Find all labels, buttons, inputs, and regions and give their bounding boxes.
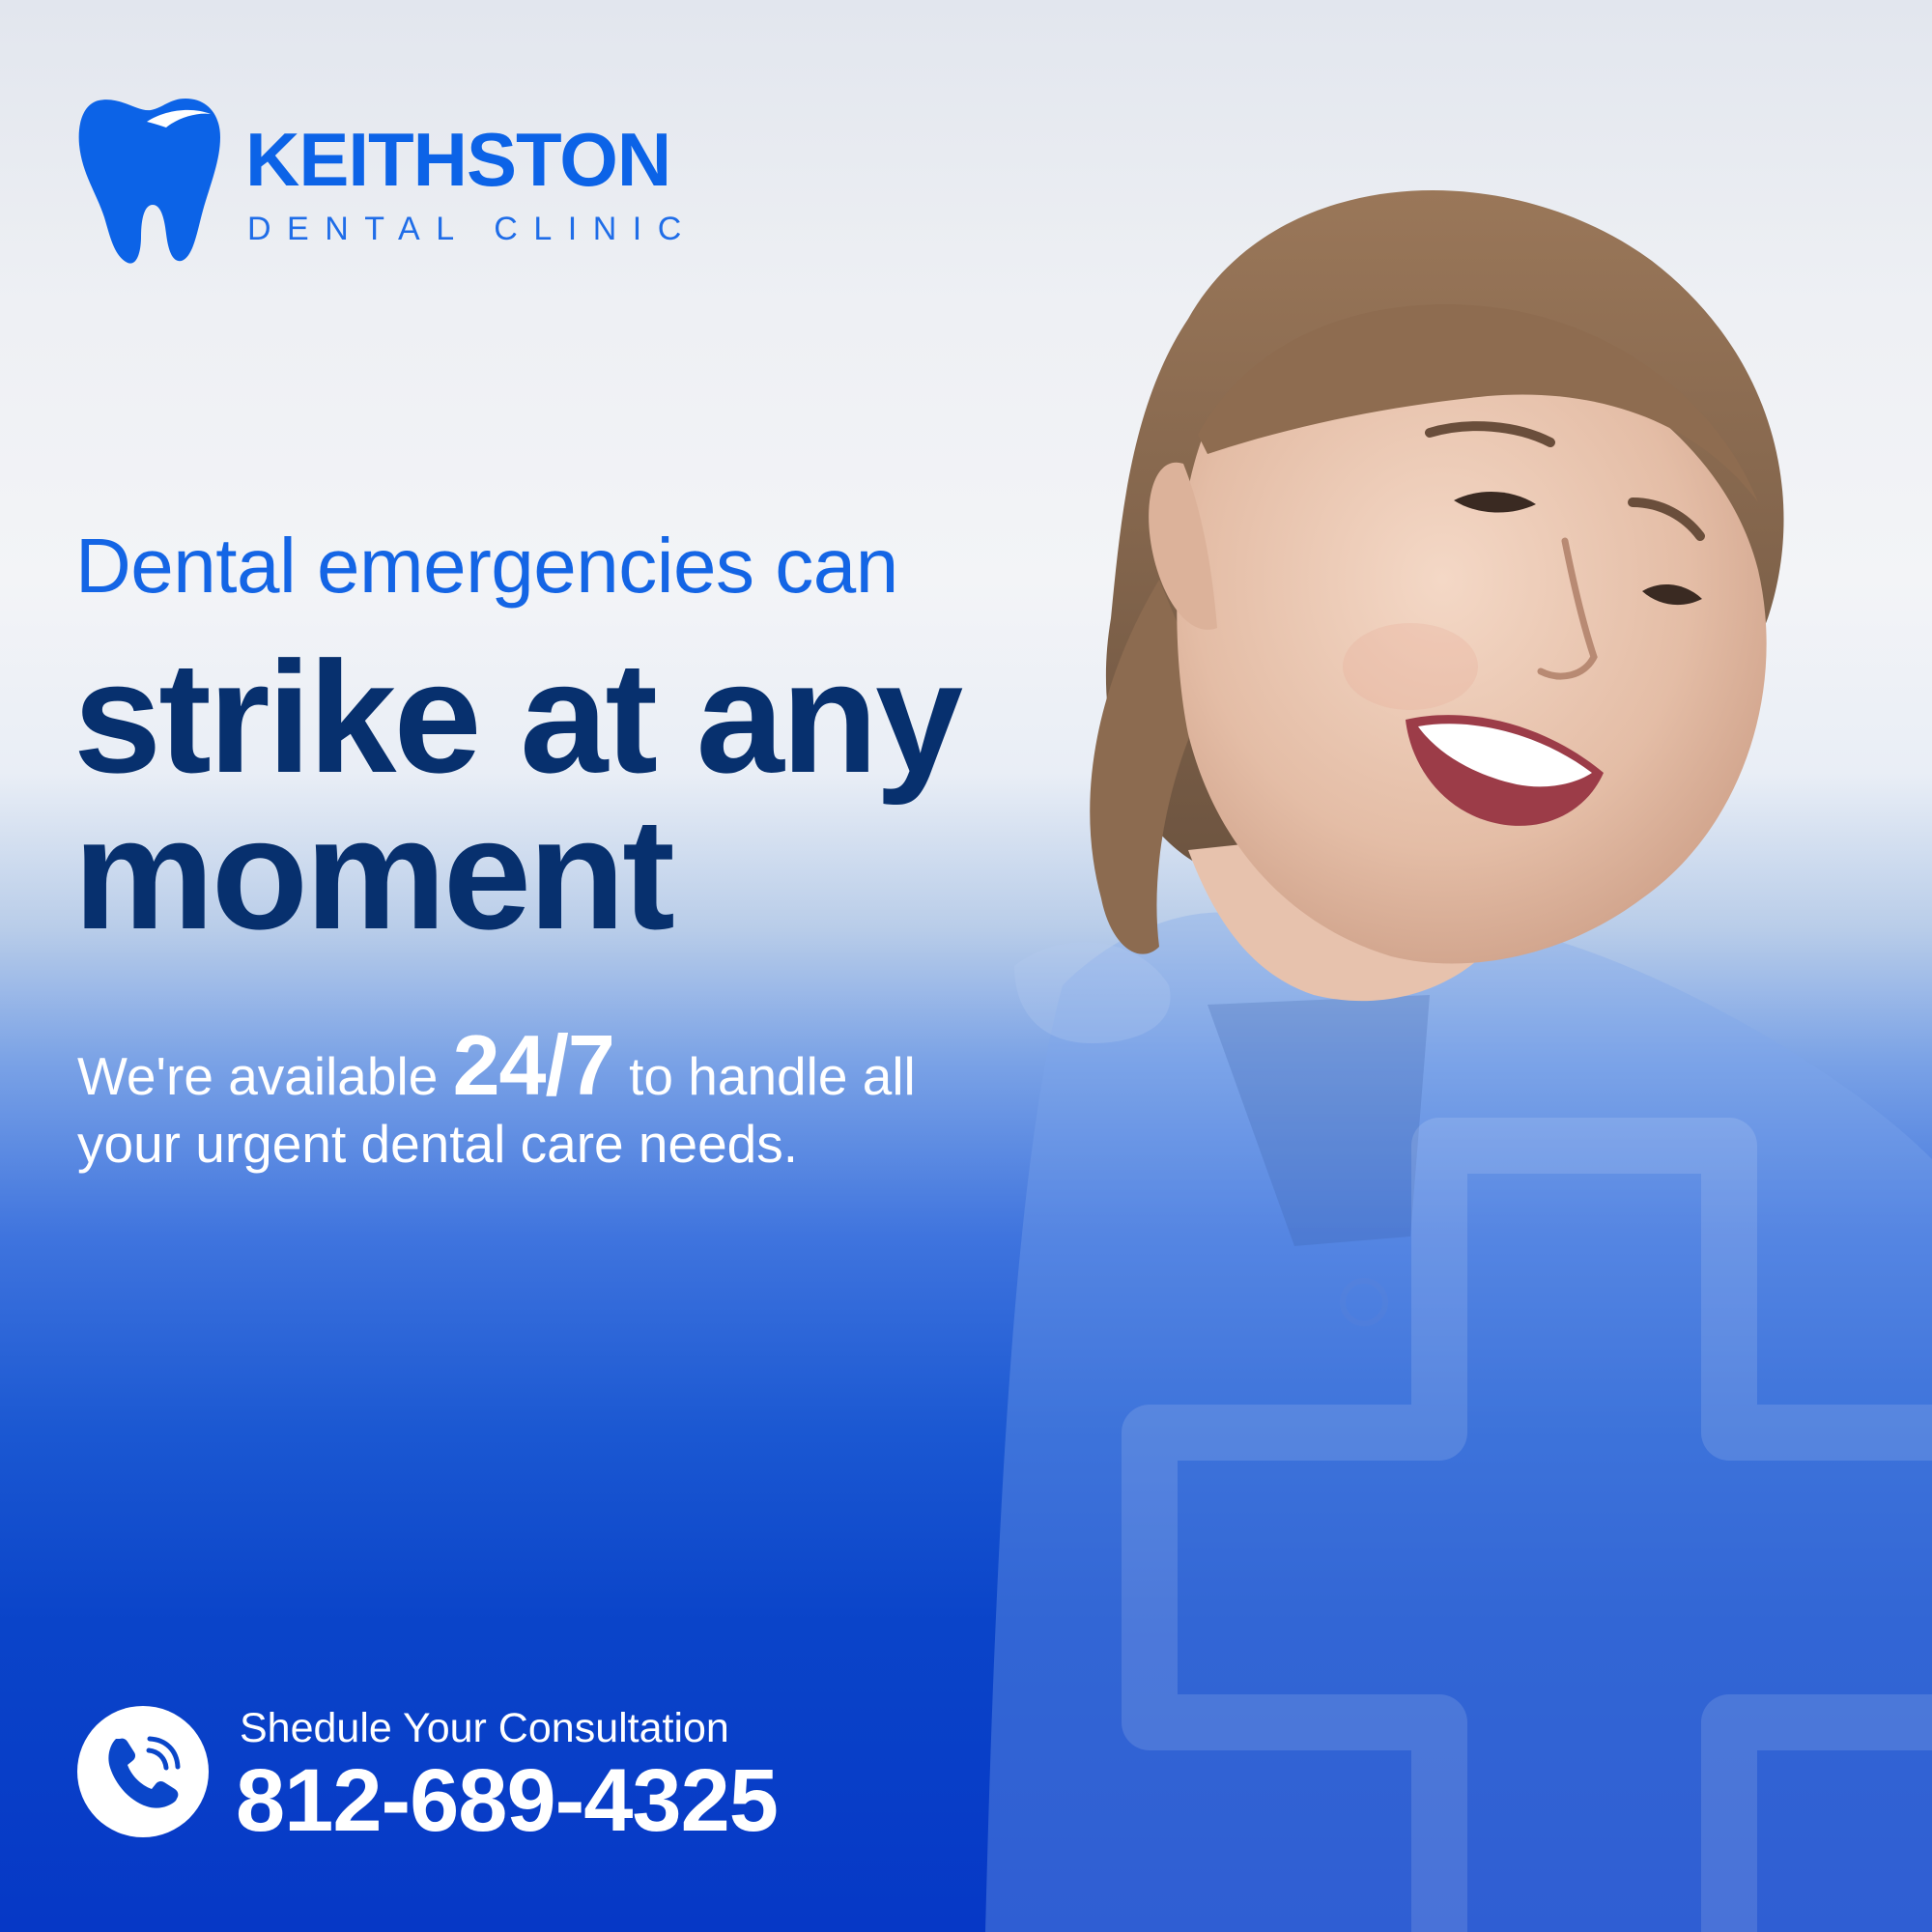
brand-name: KEITHSTON [245, 117, 671, 202]
headline-main: strike at any moment [73, 629, 1136, 962]
headline-lead: Dental emergencies can [75, 523, 898, 609]
availability-text: We're available 24/7 to handle all your … [77, 1023, 1024, 1178]
headline-main-line-2: moment [73, 785, 675, 962]
headline-main-line-1: strike at any [73, 629, 963, 806]
phone-number[interactable]: 812-689-4325 [236, 1756, 779, 1845]
medical-cross-icon [1122, 1118, 1932, 1932]
phone-icon[interactable] [77, 1706, 209, 1837]
consultation-label: Shedule Your Consultation [240, 1705, 729, 1751]
brand-logo: KEITHSTON DENTAL CLINIC [77, 97, 696, 270]
availability-highlight: 24/7 [452, 1017, 615, 1113]
tooth-icon [78, 99, 220, 264]
availability-text-before: We're available [77, 1046, 439, 1106]
brand-subtitle: DENTAL CLINIC [247, 211, 697, 247]
ad-canvas: KEITHSTON DENTAL CLINIC Dental emergenci… [0, 0, 1932, 1932]
